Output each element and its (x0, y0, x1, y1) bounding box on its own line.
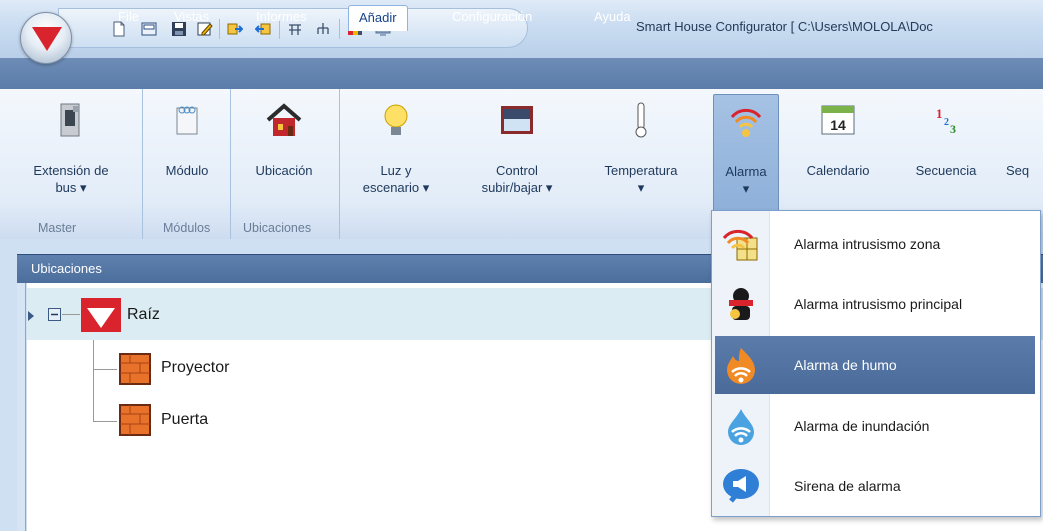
menu-item-siren[interactable]: Sirena de alarma (715, 457, 1035, 515)
group-label-modulos: Módulos (163, 221, 211, 235)
application-menu-button[interactable] (20, 12, 72, 64)
group-separator (142, 89, 143, 239)
tree-item-proyector[interactable]: Proyector (161, 359, 229, 377)
ribbon-label: Luz y (380, 163, 412, 178)
menu-item-zone-intrusion[interactable]: Alarma intrusismo zona (715, 215, 1035, 273)
ribbon-tab-bar (0, 58, 1043, 89)
ribbon-label: Ubicación (255, 163, 313, 178)
burglar-alarm-icon (729, 288, 753, 320)
tab-vistas[interactable]: Vistas (164, 5, 219, 31)
menu-item-smoke-alarm[interactable]: Alarma de humo (715, 336, 1035, 394)
export-icon[interactable] (227, 21, 243, 37)
light-scenario-button[interactable]: Luz y escenario ▾ (344, 94, 448, 220)
root-location-icon (81, 298, 121, 332)
menu-item-label: Sirena de alarma (794, 478, 901, 494)
svg-text:3: 3 (950, 122, 956, 136)
tree-item-root[interactable]: Raíz (127, 306, 160, 324)
zone-intrusion-alarm-icon (722, 229, 758, 261)
alarm-dropdown-menu: Alarma intrusismo zona Alarma intrusismo… (711, 210, 1041, 517)
menu-item-label: Alarma intrusismo zona (794, 236, 941, 252)
tab-informes[interactable]: Informes (246, 5, 317, 31)
sequence-button-2[interactable]: Seq (1000, 94, 1043, 220)
bus-extension-button[interactable]: Extensión de bus ▾ (0, 94, 142, 220)
module-icon (176, 106, 198, 135)
ribbon-label: ▾ (637, 180, 645, 195)
ribbon-label: Control (496, 163, 538, 178)
room-icon (119, 353, 151, 385)
location-button[interactable]: Ubicación (232, 94, 336, 220)
toolbar-separator (339, 19, 340, 39)
brand-logo-icon (32, 27, 62, 51)
tree-connector (93, 340, 94, 422)
ribbon-label: bus ▾ (55, 180, 87, 195)
thermometer-icon (635, 102, 647, 138)
alarm-icon (730, 108, 762, 137)
ribbon-label: Módulo (165, 163, 209, 178)
tree-structure-icon[interactable] (315, 21, 331, 37)
sequence-button[interactable]: 123 Secuencia (898, 94, 994, 220)
group-label-master: Master (38, 221, 77, 235)
temperature-button[interactable]: Temperatura ▾ (586, 94, 696, 220)
menu-item-label: Alarma de humo (794, 357, 897, 373)
window-blind-icon (501, 106, 533, 134)
ribbon-label: subir/bajar ▾ (481, 180, 553, 195)
siren-icon (723, 469, 759, 503)
house-icon (266, 103, 302, 136)
smoke-alarm-icon (727, 348, 755, 384)
tree-item-puerta[interactable]: Puerta (161, 411, 208, 429)
flood-alarm-icon (728, 409, 754, 445)
menu-item-label: Alarma intrusismo principal (794, 296, 963, 312)
menu-item-label: Alarma de inundación (794, 418, 930, 434)
lightbulb-icon (384, 104, 408, 135)
room-icon (119, 404, 151, 436)
bus-extension-icon (60, 103, 80, 137)
ribbon-label: Alarma (725, 164, 767, 179)
blind-control-button[interactable]: Control subir/bajar ▾ (456, 94, 578, 220)
menu-item-flood-alarm[interactable]: Alarma de inundación (715, 397, 1035, 455)
tree-connector (93, 369, 117, 370)
window-title: Smart House Configurator [ C:\Users\MOLO… (636, 19, 933, 34)
calendar-icon: 14 (821, 105, 855, 135)
ribbon-label: Calendario (806, 163, 870, 178)
row-indicator-icon (28, 311, 34, 321)
tree-connector (93, 421, 117, 422)
ribbon-label: escenario ▾ (362, 180, 430, 195)
calendar-day-text: 14 (830, 117, 846, 133)
ribbon-label: Temperatura (604, 163, 678, 178)
ribbon-label: Seq (1006, 163, 1030, 178)
tree-connector (62, 314, 80, 315)
ribbon-label: Extensión de (33, 163, 109, 178)
tab-configuracion[interactable]: Configuración (442, 5, 542, 31)
group-separator (230, 89, 231, 239)
module-button[interactable]: Módulo (146, 94, 228, 220)
tab-ayuda[interactable]: Ayuda (584, 5, 641, 31)
ribbon-label: ▾ (742, 181, 750, 196)
group-label-ubicaciones: Ubicaciones (243, 221, 312, 235)
alarm-button[interactable]: Alarma ▾ (713, 94, 779, 212)
svg-text:2: 2 (944, 117, 949, 128)
panel-edge (17, 283, 26, 531)
group-separator (339, 89, 340, 239)
tab-anadir[interactable]: Añadir (348, 5, 408, 31)
panel-title: Ubicaciones (31, 261, 102, 276)
calendar-button[interactable]: 14 Calendario (786, 94, 890, 220)
sequence-icon: 12 3 (936, 106, 956, 136)
menu-item-main-intrusion[interactable]: Alarma intrusismo principal (715, 275, 1035, 333)
ribbon-label: Secuencia (915, 163, 977, 178)
svg-text:1: 1 (936, 106, 943, 121)
collapse-icon[interactable] (48, 308, 61, 321)
tab-file[interactable]: File (108, 5, 149, 31)
